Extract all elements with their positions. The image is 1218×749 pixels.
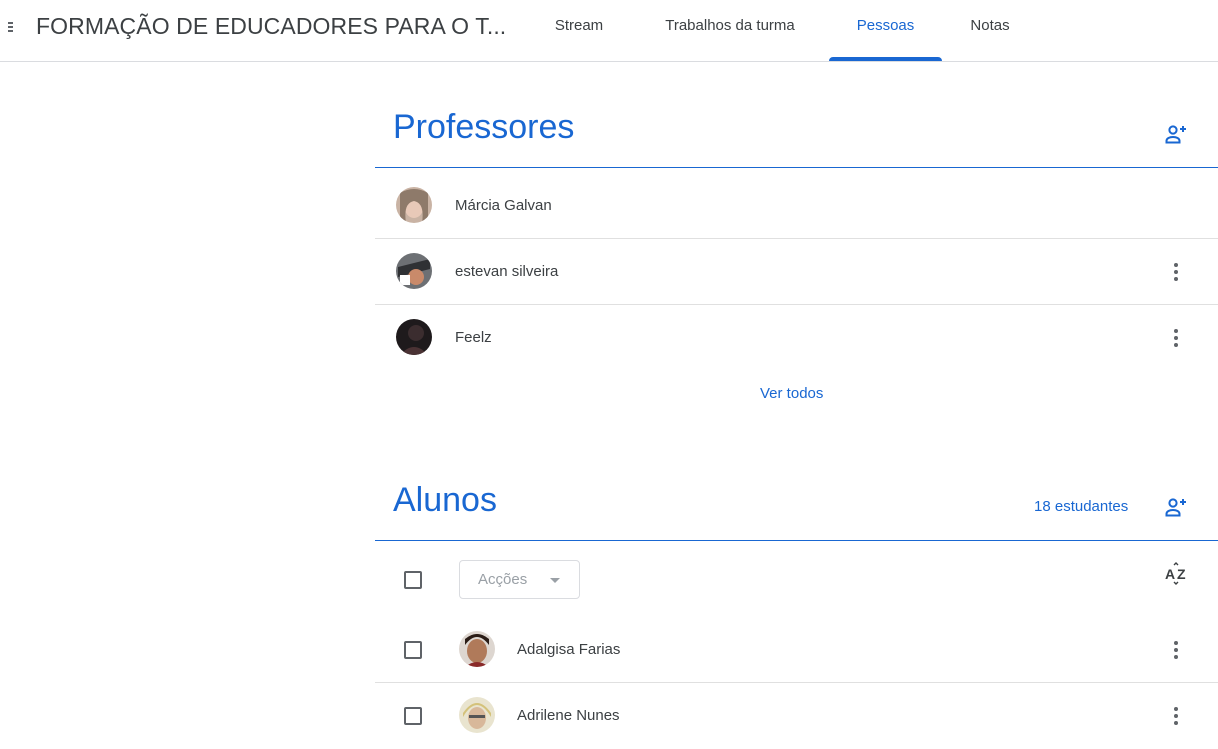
teacher-name: Márcia Galvan xyxy=(455,197,552,214)
sort-az-icon: A Z xyxy=(1165,562,1186,585)
tab-label: Pessoas xyxy=(856,17,915,34)
teacher-name: estevan silveira xyxy=(455,263,559,280)
tab-grades[interactable]: Notas xyxy=(954,0,1026,61)
student-row: Adrilene Nunes xyxy=(375,683,1218,749)
student-name: Adrilene Nunes xyxy=(517,707,620,724)
more-options-button[interactable] xyxy=(1168,260,1184,284)
more-options-button[interactable] xyxy=(1168,638,1184,662)
teachers-title: Professores xyxy=(393,108,575,146)
select-all-checkbox[interactable] xyxy=(404,571,422,589)
tab-people[interactable]: Pessoas xyxy=(829,0,942,61)
svg-text:A: A xyxy=(1165,566,1175,582)
dropdown-arrow-icon xyxy=(550,578,560,583)
tab-stream[interactable]: Stream xyxy=(537,0,621,61)
avatar xyxy=(396,187,432,223)
avatar xyxy=(459,697,495,733)
avatar xyxy=(459,631,495,667)
student-checkbox[interactable] xyxy=(404,707,422,725)
sort-button[interactable]: A Z xyxy=(1164,562,1190,586)
student-row: Adalgisa Farias xyxy=(375,617,1218,683)
students-title: Alunos xyxy=(393,481,497,519)
teacher-name: Feelz xyxy=(455,329,492,346)
avatar xyxy=(396,319,432,355)
see-all-teachers-link[interactable]: Ver todos xyxy=(760,385,823,402)
tab-label: Trabalhos da turma xyxy=(665,17,795,34)
teachers-divider xyxy=(375,167,1218,168)
add-teacher-button[interactable] xyxy=(1164,122,1188,146)
menu-icon[interactable] xyxy=(6,20,16,34)
add-student-button[interactable] xyxy=(1164,495,1188,519)
actions-label: Acções xyxy=(478,571,528,588)
student-name: Adalgisa Farias xyxy=(517,641,621,658)
students-divider xyxy=(375,540,1218,541)
tab-label: Notas xyxy=(970,17,1010,34)
add-person-icon xyxy=(1165,498,1186,517)
add-person-icon xyxy=(1165,125,1186,144)
avatar xyxy=(396,253,432,289)
teacher-row: Márcia Galvan xyxy=(375,173,1218,239)
teacher-row: estevan silveira xyxy=(375,239,1218,305)
tab-classwork[interactable]: Trabalhos da turma xyxy=(643,0,817,61)
actions-dropdown[interactable]: Acções xyxy=(459,560,580,599)
student-checkbox[interactable] xyxy=(404,641,422,659)
teacher-row: Feelz xyxy=(375,305,1218,371)
more-options-button[interactable] xyxy=(1168,704,1184,728)
top-bar: FORMAÇÃO DE EDUCADORES PARA O T... Strea… xyxy=(0,0,1218,62)
more-options-button[interactable] xyxy=(1168,326,1184,350)
student-count: 18 estudantes xyxy=(1034,498,1129,515)
tab-label: Stream xyxy=(554,17,604,34)
svg-text:Z: Z xyxy=(1177,566,1186,582)
class-title: FORMAÇÃO DE EDUCADORES PARA O T... xyxy=(36,13,507,39)
